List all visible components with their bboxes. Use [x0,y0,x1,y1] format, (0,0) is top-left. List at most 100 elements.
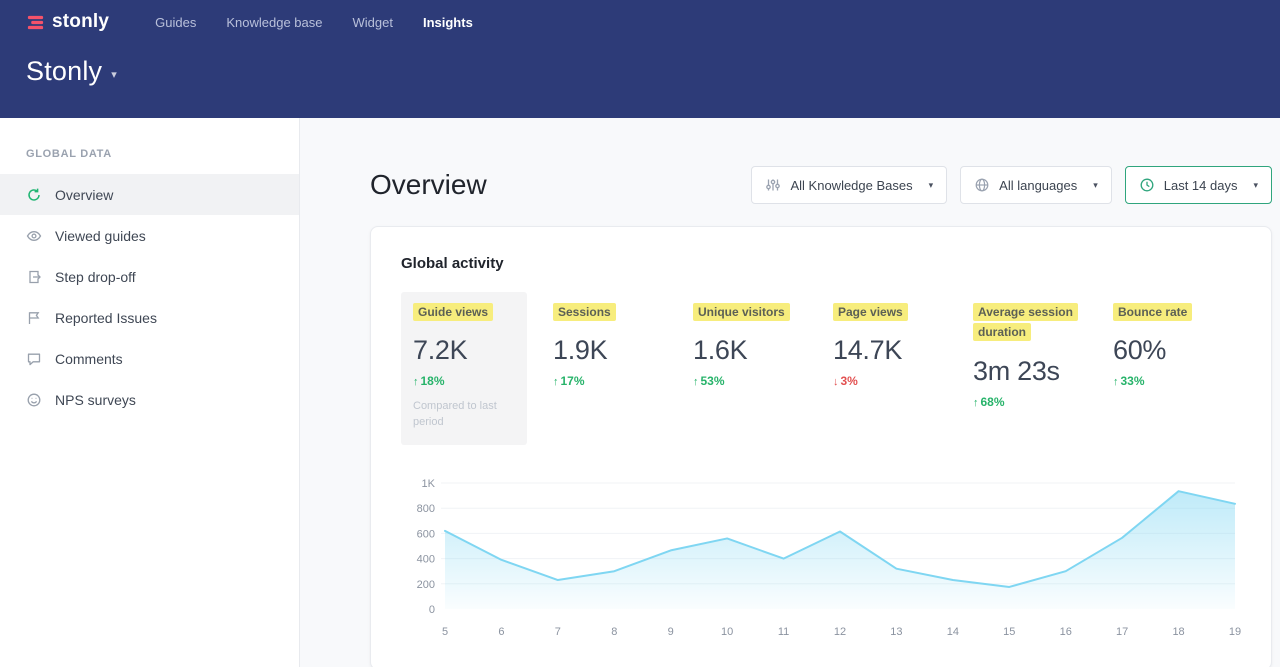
globe-icon [974,177,990,193]
svg-text:400: 400 [417,554,435,566]
metric-delta: ↓3% [833,374,949,388]
flag-icon [26,310,42,326]
metric-value: 7.2K [413,335,515,366]
sidebar-item-label: Comments [55,351,123,367]
svg-text:800: 800 [417,503,435,515]
metrics-row: Guide views 7.2K ↑18% Compared to last p… [401,292,1241,445]
delta-arrow-icon: ↑ [1113,376,1119,388]
chevron-down-icon: ▾ [111,68,117,81]
sidebar-item-comments[interactable]: Comments [0,338,299,379]
svg-text:19: 19 [1229,626,1241,638]
main-content: Overview All Knowledge Bases ▾ [300,118,1280,667]
stonly-logo[interactable]: stonly [26,11,109,33]
sidebar-item-reported-issues[interactable]: Reported Issues [0,297,299,338]
sidebar-section-label: GLOBAL DATA [0,148,299,160]
svg-text:11: 11 [778,626,789,638]
svg-text:200: 200 [417,579,435,591]
svg-text:14: 14 [947,626,959,638]
metric-label: Sessions [553,303,616,321]
metric-value: 3m 23s [973,356,1089,387]
metric-value: 1.9K [553,335,669,366]
metric-label: Bounce rate [1113,303,1192,321]
svg-text:1K: 1K [422,478,436,490]
stonly-logo-icon [26,13,45,32]
activity-chart: 02004006008001K5678910111213141516171819 [401,469,1241,641]
sidebar-item-label: Viewed guides [55,228,146,244]
clock-icon [1139,177,1155,193]
svg-text:16: 16 [1060,626,1072,638]
sidebar: GLOBAL DATA Overview Viewed guides [0,118,300,667]
logo-text: stonly [52,11,109,33]
dropdown-value: All Knowledge Bases [790,178,912,193]
workspace-name: Stonly [26,56,102,87]
svg-text:5: 5 [442,626,448,638]
sidebar-item-label: Step drop-off [55,269,136,285]
metric-tab[interactable]: Guide views 7.2K ↑18% Compared to last p… [401,292,527,445]
nav-item-guides[interactable]: Guides [155,15,196,30]
svg-text:7: 7 [555,626,561,638]
metric-label: Unique visitors [693,303,790,321]
filters: All Knowledge Bases ▾ All languages ▾ [751,166,1272,204]
chevron-down-icon: ▾ [929,180,934,191]
languages-dropdown[interactable]: All languages ▾ [960,166,1112,204]
nav-item-knowledge-base[interactable]: Knowledge base [226,15,322,30]
date-range-dropdown[interactable]: Last 14 days ▾ [1125,166,1272,204]
smiley-icon [26,392,42,408]
step-drop-off-icon [26,269,42,285]
sidebar-item-viewed-guides[interactable]: Viewed guides [0,215,299,256]
delta-percent: 33% [1121,374,1145,388]
metric-value: 60% [1113,335,1229,366]
delta-percent: 18% [421,374,445,388]
dropdown-value: All languages [999,178,1077,193]
svg-text:17: 17 [1116,626,1128,638]
metric-label: Guide views [413,303,493,321]
sidebar-item-step-drop-off[interactable]: Step drop-off [0,256,299,297]
delta-arrow-icon: ↑ [413,376,419,388]
card-title: Global activity [401,255,1241,272]
delta-percent: 53% [701,374,725,388]
workspace-selector[interactable]: Stonly ▾ [26,56,117,87]
page-title: Overview [370,169,487,201]
svg-text:13: 13 [890,626,902,638]
sidebar-item-label: NPS surveys [55,392,136,408]
metric-delta: ↑53% [693,374,809,388]
sliders-icon [765,177,781,193]
delta-arrow-icon: ↑ [693,376,699,388]
svg-text:12: 12 [834,626,846,638]
delta-arrow-icon: ↓ [833,376,839,388]
top-nav: Guides Knowledge base Widget Insights [155,15,473,30]
sidebar-item-nps-surveys[interactable]: NPS surveys [0,379,299,420]
sidebar-item-overview[interactable]: Overview [0,174,299,215]
metric-note: Compared to last period [413,399,515,431]
area-chart: 02004006008001K5678910111213141516171819 [401,469,1241,641]
metric-delta: ↑68% [973,395,1089,409]
metric-delta: ↑18% [413,374,515,388]
metric-delta: ↑33% [1113,374,1229,388]
comment-icon [26,351,42,367]
knowledge-bases-dropdown[interactable]: All Knowledge Bases ▾ [751,166,947,204]
metric-value: 14.7K [833,335,949,366]
global-activity-card: Global activity Guide views 7.2K ↑18% Co… [370,226,1272,667]
delta-arrow-icon: ↑ [553,376,559,388]
svg-text:10: 10 [721,626,733,638]
metric-tab[interactable]: Bounce rate 60% ↑33% [1101,292,1241,445]
dropdown-value: Last 14 days [1164,178,1238,193]
svg-text:6: 6 [498,626,504,638]
metric-tab[interactable]: Unique visitors 1.6K ↑53% [681,292,821,445]
metric-tab[interactable]: Sessions 1.9K ↑17% [541,292,681,445]
metric-delta: ↑17% [553,374,669,388]
metric-tab[interactable]: Page views 14.7K ↓3% [821,292,961,445]
app-header: stonly Guides Knowledge base Widget Insi… [0,0,1280,118]
svg-text:8: 8 [611,626,617,638]
svg-text:9: 9 [668,626,674,638]
svg-text:18: 18 [1172,626,1184,638]
delta-percent: 68% [981,395,1005,409]
nav-item-insights[interactable]: Insights [423,15,473,30]
sidebar-item-label: Overview [55,187,113,203]
sidebar-item-label: Reported Issues [55,310,157,326]
metric-value: 1.6K [693,335,809,366]
chevron-down-icon: ▾ [1253,180,1258,191]
metric-tab[interactable]: Average session duration 3m 23s ↑68% [961,292,1101,445]
eye-icon [26,228,42,244]
nav-item-widget[interactable]: Widget [353,15,393,30]
